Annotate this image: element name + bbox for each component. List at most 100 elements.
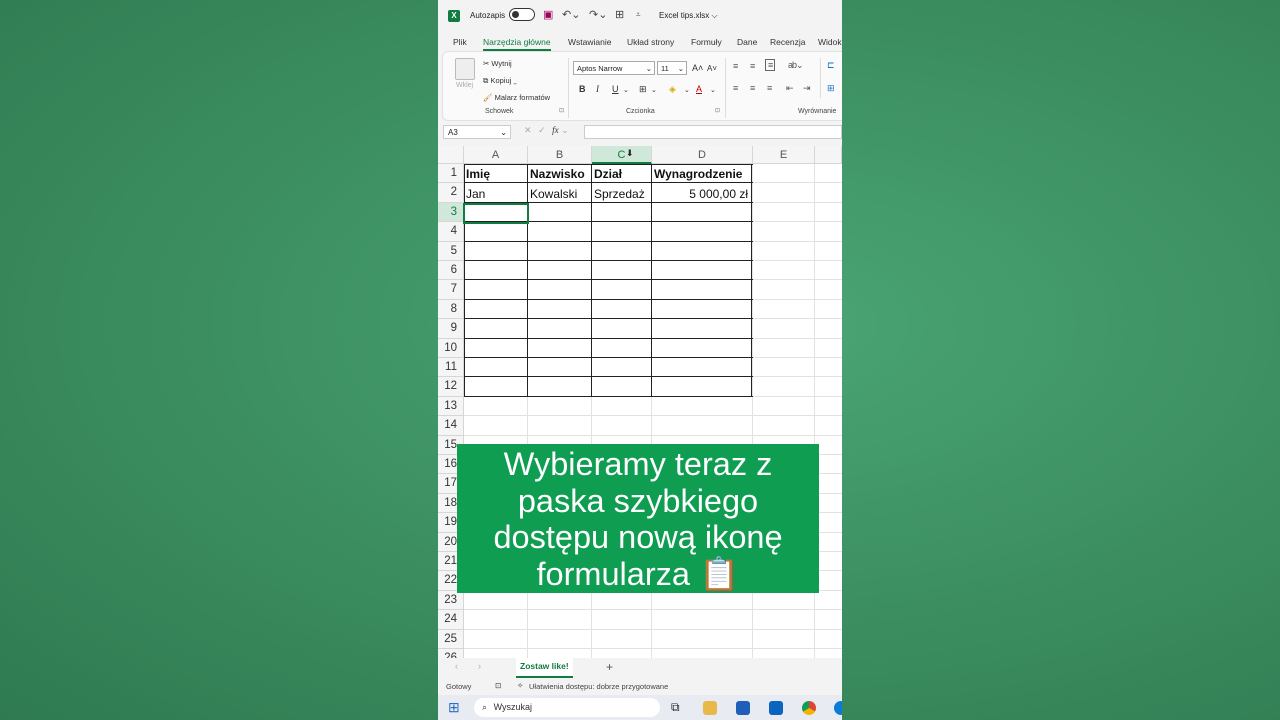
borders-icon[interactable]: ⊞ bbox=[639, 84, 647, 95]
add-sheet-button[interactable]: + bbox=[606, 660, 613, 674]
tab-home[interactable]: Narzędzia główne bbox=[483, 37, 551, 51]
row-header[interactable]: 26 bbox=[438, 649, 464, 658]
formula-input[interactable] bbox=[584, 125, 842, 139]
fill-color-icon[interactable]: ◈ bbox=[669, 84, 676, 95]
format-painter-button[interactable]: 🖌 Malarz formatów bbox=[483, 93, 550, 102]
align-bottom-icon[interactable]: ≡ bbox=[765, 59, 776, 71]
taskbar-search[interactable]: ⌕ Wyszukaj bbox=[474, 698, 660, 717]
file-explorer-icon[interactable] bbox=[703, 701, 717, 715]
undo-icon[interactable]: ↶⌄ bbox=[562, 8, 580, 21]
chevron-down-icon[interactable]: ⌄ bbox=[710, 86, 716, 94]
row-header[interactable]: 25 bbox=[438, 629, 464, 649]
tab-file[interactable]: Plik bbox=[453, 37, 467, 47]
save-icon[interactable]: ▣ bbox=[543, 8, 553, 21]
increase-font-icon[interactable]: A˄ bbox=[692, 63, 703, 73]
row-header[interactable]: 2 bbox=[438, 183, 464, 203]
row-header[interactable]: 7 bbox=[438, 280, 464, 300]
tab-data[interactable]: Dane bbox=[737, 37, 757, 47]
data-cell-imie[interactable]: Jan bbox=[466, 185, 485, 204]
select-all-corner[interactable] bbox=[438, 146, 464, 164]
decrease-indent-icon[interactable]: ⇤ bbox=[786, 83, 793, 94]
row-header[interactable]: 12 bbox=[438, 377, 464, 397]
column-header-f[interactable] bbox=[815, 146, 842, 164]
font-size-select[interactable]: 11 ⌄ bbox=[657, 61, 687, 75]
row-header[interactable]: 4 bbox=[438, 222, 464, 242]
align-middle-icon[interactable]: ≡ bbox=[750, 61, 755, 71]
header-cell-wynagrodzenie[interactable]: Wynagrodzenie bbox=[654, 165, 742, 184]
row-header[interactable]: 24 bbox=[438, 610, 464, 630]
column-header-a[interactable]: A bbox=[464, 146, 528, 164]
font-color-icon[interactable]: A bbox=[696, 84, 702, 94]
orientation-icon[interactable]: ab⌄ bbox=[788, 60, 804, 71]
tab-review[interactable]: Recenzja bbox=[770, 37, 805, 47]
row-header[interactable]: 10 bbox=[438, 338, 464, 358]
row-header[interactable]: 14 bbox=[438, 416, 464, 436]
data-cell-nazwisko[interactable]: Kowalski bbox=[530, 185, 577, 204]
chrome-icon[interactable] bbox=[802, 701, 816, 715]
column-header-b[interactable]: B bbox=[528, 146, 592, 164]
row-header[interactable]: 8 bbox=[438, 299, 464, 320]
tab-insert[interactable]: Wstawianie bbox=[568, 37, 611, 47]
column-header-d[interactable]: D bbox=[652, 146, 753, 164]
row-header[interactable]: 23 bbox=[438, 590, 464, 611]
align-right-icon[interactable]: ≡ bbox=[767, 83, 772, 93]
wrap-text-icon[interactable]: ⊏ bbox=[827, 60, 834, 71]
confirm-icon[interactable]: ✓ bbox=[538, 125, 546, 135]
font-launcher-icon[interactable]: ⊡ bbox=[715, 107, 720, 114]
name-box[interactable]: A3 ⌄ bbox=[443, 125, 511, 139]
autosave-toggle[interactable] bbox=[509, 8, 535, 21]
row-header[interactable]: 6 bbox=[438, 261, 464, 281]
underline-button[interactable]: U bbox=[612, 84, 619, 94]
task-view-icon[interactable]: ⧉ bbox=[671, 700, 680, 715]
scroll-right-icon[interactable]: › bbox=[478, 661, 481, 671]
active-cell-a3[interactable] bbox=[463, 202, 529, 224]
row-header[interactable]: 9 bbox=[438, 319, 464, 339]
outlook-icon[interactable] bbox=[769, 701, 783, 715]
store-icon[interactable] bbox=[736, 701, 750, 715]
merge-icon[interactable]: ⊞ bbox=[827, 83, 834, 94]
sheet-tab-active[interactable]: Zostaw like! bbox=[516, 658, 573, 678]
align-top-icon[interactable]: ≡ bbox=[733, 61, 738, 71]
italic-button[interactable]: I bbox=[596, 84, 599, 94]
tab-formulas[interactable]: Formuły bbox=[691, 37, 722, 47]
tab-view[interactable]: Widok bbox=[818, 37, 842, 47]
column-header-e[interactable]: E bbox=[753, 146, 815, 164]
windows-start-icon[interactable]: ⊞ bbox=[448, 699, 460, 716]
redo-icon[interactable]: ↷⌄ bbox=[589, 8, 607, 21]
row-header[interactable]: 1 bbox=[438, 164, 464, 184]
data-cell-dzial[interactable]: Sprzedaż bbox=[594, 185, 645, 204]
tab-page-layout[interactable]: Układ strony bbox=[627, 37, 674, 47]
cut-button[interactable]: ✂ Wytnij bbox=[483, 59, 512, 68]
data-cell-wynagrodzenie[interactable]: 5 000,00 zł bbox=[652, 185, 748, 204]
clipboard-launcher-icon[interactable]: ⊡ bbox=[559, 107, 564, 114]
edge-icon[interactable] bbox=[834, 701, 842, 715]
row-header[interactable]: 3 bbox=[438, 202, 464, 223]
copy-button[interactable]: ⧉ Kopiuj ⌄ bbox=[483, 76, 517, 86]
row-header[interactable]: 11 bbox=[438, 358, 464, 378]
row-header[interactable]: 13 bbox=[438, 396, 464, 417]
column-header-c[interactable]: C bbox=[592, 146, 652, 164]
macro-record-icon[interactable]: ⊡ bbox=[495, 681, 501, 690]
bold-button[interactable]: B bbox=[579, 84, 586, 94]
row-header[interactable]: 5 bbox=[438, 241, 464, 261]
font-name-select[interactable]: Aptos Narrow ⌄ bbox=[573, 61, 655, 75]
align-left-icon[interactable]: ≡ bbox=[733, 83, 738, 93]
paste-label[interactable]: Wklej bbox=[456, 82, 473, 89]
header-cell-dzial[interactable]: Dział bbox=[594, 165, 622, 184]
form-icon[interactable]: ⊞ bbox=[615, 8, 624, 21]
chevron-down-icon[interactable]: ⌄ bbox=[684, 86, 690, 94]
accessibility-status[interactable]: Ułatwienia dostępu: dobrze przygotowane bbox=[529, 682, 668, 691]
cancel-icon[interactable]: ✕ bbox=[524, 125, 532, 135]
paste-icon[interactable] bbox=[455, 58, 475, 80]
fx-icon[interactable]: fx bbox=[552, 125, 559, 135]
align-center-icon[interactable]: ≡ bbox=[750, 83, 755, 93]
chevron-down-icon[interactable]: ⌄ bbox=[623, 86, 629, 94]
file-name[interactable]: Excel tips.xlsx ⌵ bbox=[659, 11, 718, 21]
header-cell-imie[interactable]: Imię bbox=[466, 165, 490, 184]
increase-indent-icon[interactable]: ⇥ bbox=[803, 83, 810, 94]
decrease-font-icon[interactable]: A˅ bbox=[707, 64, 717, 73]
scroll-left-icon[interactable]: ‹ bbox=[455, 661, 458, 671]
customize-qat-icon[interactable]: ⩡ bbox=[636, 10, 641, 20]
header-cell-nazwisko[interactable]: Nazwisko bbox=[530, 165, 585, 184]
chevron-down-icon[interactable]: ⌄ bbox=[651, 86, 657, 94]
